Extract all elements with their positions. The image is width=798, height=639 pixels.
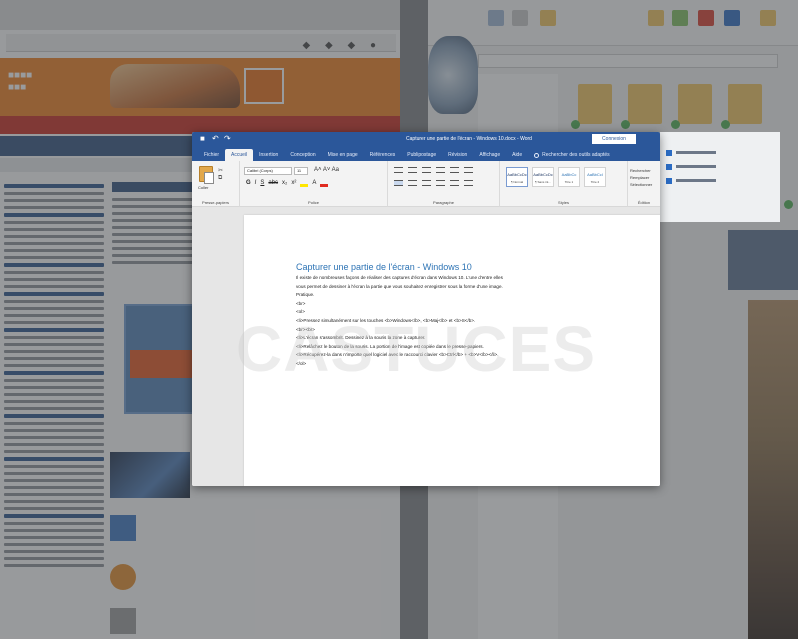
tell-me-box[interactable]: Rechercher des outils adaptés [528,149,616,161]
document-line: <br><br> [296,326,315,332]
decrease-indent-icon[interactable] [436,167,445,173]
tab-mailings[interactable]: Publipostage [401,149,442,161]
paragraph-row-1 [394,167,473,173]
tab-layout[interactable]: Mise en page [322,149,364,161]
clipboard-group: Coller ✂ ⧉ Presse-papiers [192,161,240,207]
paste-icon[interactable] [199,166,214,184]
document-line: <li>Relâchez le bouton de la souris. La … [296,343,484,349]
editing-group: Rechercher Remplacer Sélectionner Éditio… [628,161,660,207]
paste-label[interactable]: Coller [198,185,208,190]
align-left-icon[interactable] [394,180,403,186]
multilevel-list-icon[interactable] [422,167,431,173]
increase-indent-icon[interactable] [450,167,459,173]
lightbulb-icon [534,152,540,158]
font-format-row: G I S abc x₂ x² A [246,180,329,187]
replace-button[interactable]: Remplacer [630,174,652,181]
superscript-button[interactable]: x² [291,180,296,187]
styles-group-label: Styles [558,200,569,205]
subscript-button[interactable]: x₂ [282,180,287,187]
document-line: Il existe de nombreuses façons de réalis… [296,275,503,280]
align-right-icon[interactable] [422,180,431,186]
paragraph-group: Paragraphe [388,161,500,207]
style-heading-2[interactable]: AaBbCcI Titre 2 [584,167,606,187]
select-button[interactable]: Sélectionner [630,181,652,188]
document-line: <li>L'écran s'assombrit. Dessinez à la s… [296,335,426,341]
copy-icon[interactable]: ⧉ [218,175,222,182]
tab-help[interactable]: Aide [506,149,528,161]
strikethrough-button[interactable]: abc [268,180,278,187]
word-titlebar: ■ ↶ ↷ Capturer une partie de l'écran - W… [192,132,660,147]
document-line: Pratique. [296,292,315,298]
tell-me-label: Rechercher des outils adaptés [542,152,610,158]
word-window[interactable]: ■ ↶ ↷ Capturer une partie de l'écran - W… [192,132,660,486]
cut-icon[interactable]: ✂ [218,167,223,174]
document-line: <ol> [296,309,305,315]
shading-icon[interactable] [464,180,473,186]
font-size-select[interactable]: 11 [294,167,308,175]
document-line: </ol> [296,360,307,366]
align-center-icon[interactable] [408,180,417,186]
explorer-side-panel [660,132,780,222]
document-line: <li>Récupérez-la dans n'importe quel log… [296,352,499,358]
tab-insert[interactable]: Insertion [253,149,284,161]
highlight-color-icon[interactable] [300,184,309,187]
styles-group: AaBbCcDc ¶ Normal AaBbCcDc ¶ Sans int...… [500,161,628,207]
document-body[interactable]: Il existe de nombreuses façons de réalis… [296,274,616,369]
font-name-select[interactable]: Calibri (Corps) [244,167,292,175]
italic-button[interactable]: I [255,180,257,187]
justify-icon[interactable] [436,180,445,186]
redo-icon[interactable]: ↷ [224,135,232,143]
home-ribbon: Coller ✂ ⧉ Presse-papiers Calibri (Corps… [192,161,660,207]
bold-button[interactable]: G [246,180,251,187]
font-color-button[interactable]: A [312,180,316,187]
sign-in-button[interactable]: Connexion [592,134,636,144]
document-heading[interactable]: Capturer une partie de l'écran - Windows… [296,262,472,273]
style-no-spacing[interactable]: AaBbCcDc ¶ Sans int... [532,167,554,187]
font-color-swatch [320,184,329,187]
document-line: vous permet de dessiner à l'écran la par… [296,283,503,289]
bullets-icon[interactable] [394,167,403,173]
show-marks-icon[interactable] [464,167,473,173]
document-title: Capturer une partie de l'écran - Windows… [406,136,532,142]
editing-group-label: Édition [637,200,651,205]
tab-file[interactable]: Fichier [198,149,225,161]
underline-button[interactable]: S [260,180,264,187]
clipboard-group-label: Presse-papiers [202,200,229,205]
tab-review[interactable]: Révision [442,149,473,161]
document-line: <li>Pressez simultanément sur les touche… [296,317,476,323]
numbering-icon[interactable] [408,167,417,173]
ribbon-tabs: Fichier Accueil Insertion Conception Mis… [192,147,660,161]
style-normal[interactable]: AaBbCcDc ¶ Normal [506,167,528,187]
undo-icon[interactable]: ↶ [212,135,220,143]
grow-font-icon[interactable]: A˄ A˅ Aa [314,167,339,173]
style-heading-1[interactable]: AaBbCc Titre 1 [558,167,580,187]
tab-design[interactable]: Conception [284,149,321,161]
tab-references[interactable]: Références [364,149,402,161]
tab-view[interactable]: Affichage [473,149,506,161]
document-line: <br> [296,300,306,306]
document-page[interactable]: Capturer une partie de l'écran - Windows… [244,215,660,486]
quick-access-toolbar: ■ ↶ ↷ [200,135,232,143]
tab-home[interactable]: Accueil [225,149,254,161]
font-group-label: Police [308,200,319,205]
font-group: Calibri (Corps) 11 A˄ A˅ Aa G I S abc x₂… [240,161,388,207]
find-button[interactable]: Rechercher [630,167,652,174]
line-spacing-icon[interactable] [450,180,459,186]
desktop: ◆ ◆ ◆ ● ■■■■■■■ [0,0,798,639]
paragraph-row-2 [394,180,473,186]
paragraph-group-label: Paragraphe [433,200,454,205]
save-icon[interactable]: ■ [200,135,208,143]
document-canvas: Capturer une partie de l'écran - Windows… [192,207,660,486]
